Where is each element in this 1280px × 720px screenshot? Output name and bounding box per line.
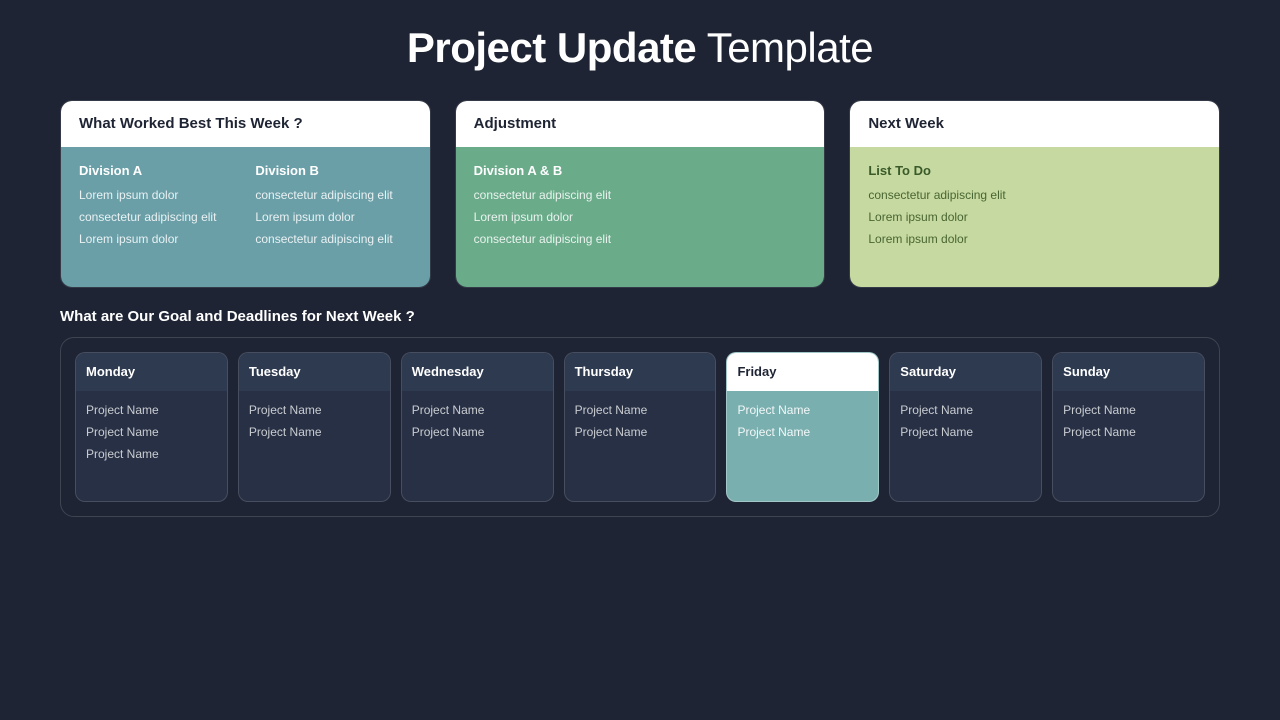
list-todo-title: List To Do bbox=[868, 163, 1201, 178]
division-ab-item-1: Lorem ipsum dolor bbox=[474, 210, 807, 224]
saturday-project-1: Project Name bbox=[900, 425, 1031, 439]
sunday-project-1: Project Name bbox=[1063, 425, 1194, 439]
card-cols-adjustment: Division A & B consectetur adipiscing el… bbox=[474, 163, 807, 254]
monday-project-2: Project Name bbox=[86, 447, 217, 461]
day-card-saturday: Saturday Project Name Project Name bbox=[889, 352, 1042, 502]
friday-project-0: Project Name bbox=[737, 403, 868, 417]
card-what-worked: What Worked Best This Week ? Division A … bbox=[60, 100, 431, 288]
division-b-title: Division B bbox=[255, 163, 411, 178]
sunday-project-0: Project Name bbox=[1063, 403, 1194, 417]
card-body-next-week: List To Do consectetur adipiscing elit L… bbox=[850, 147, 1219, 287]
day-label-wednesday: Wednesday bbox=[412, 364, 484, 379]
card-header-title-adjustment: Adjustment bbox=[474, 115, 557, 132]
division-a-item-1: consectetur adipiscing elit bbox=[79, 210, 235, 224]
day-body-friday: Project Name Project Name bbox=[727, 391, 878, 501]
day-label-saturday: Saturday bbox=[900, 364, 956, 379]
day-label-sunday: Sunday bbox=[1063, 364, 1110, 379]
saturday-project-0: Project Name bbox=[900, 403, 1031, 417]
day-body-monday: Project Name Project Name Project Name bbox=[76, 391, 227, 501]
card-body-what-worked: Division A Lorem ipsum dolor consectetur… bbox=[61, 147, 430, 287]
day-header-monday: Monday bbox=[76, 353, 227, 391]
day-card-monday: Monday Project Name Project Name Project… bbox=[75, 352, 228, 502]
list-todo-item-0: consectetur adipiscing elit bbox=[868, 188, 1201, 202]
day-label-friday: Friday bbox=[737, 364, 776, 379]
day-card-tuesday: Tuesday Project Name Project Name bbox=[238, 352, 391, 502]
day-header-wednesday: Wednesday bbox=[402, 353, 553, 391]
top-cards-section: What Worked Best This Week ? Division A … bbox=[60, 100, 1220, 288]
weekly-grid: Monday Project Name Project Name Project… bbox=[75, 352, 1205, 502]
page-container: Project Update Template What Worked Best… bbox=[0, 0, 1280, 720]
card-cols-next-week: List To Do consectetur adipiscing elit L… bbox=[868, 163, 1201, 254]
card-next-week: Next Week List To Do consectetur adipisc… bbox=[849, 100, 1220, 288]
day-header-sunday: Sunday bbox=[1053, 353, 1204, 391]
card-header-what-worked: What Worked Best This Week ? bbox=[61, 101, 430, 147]
division-a-title: Division A bbox=[79, 163, 235, 178]
division-ab-title: Division A & B bbox=[474, 163, 807, 178]
card-cols-what-worked: Division A Lorem ipsum dolor consectetur… bbox=[79, 163, 412, 254]
division-b-item-1: Lorem ipsum dolor bbox=[255, 210, 411, 224]
day-label-tuesday: Tuesday bbox=[249, 364, 301, 379]
day-label-monday: Monday bbox=[86, 364, 135, 379]
day-body-saturday: Project Name Project Name bbox=[890, 391, 1041, 501]
division-b-item-0: consectetur adipiscing elit bbox=[255, 188, 411, 202]
day-header-friday: Friday bbox=[727, 353, 878, 391]
thursday-project-0: Project Name bbox=[575, 403, 706, 417]
day-body-sunday: Project Name Project Name bbox=[1053, 391, 1204, 501]
day-body-thursday: Project Name Project Name bbox=[565, 391, 716, 501]
card-header-title-what-worked: What Worked Best This Week ? bbox=[79, 115, 303, 132]
card-col-list-todo: List To Do consectetur adipiscing elit L… bbox=[868, 163, 1201, 254]
division-a-item-0: Lorem ipsum dolor bbox=[79, 188, 235, 202]
day-body-tuesday: Project Name Project Name bbox=[239, 391, 390, 501]
division-ab-item-2: consectetur adipiscing elit bbox=[474, 232, 807, 246]
monday-project-1: Project Name bbox=[86, 425, 217, 439]
day-card-sunday: Sunday Project Name Project Name bbox=[1052, 352, 1205, 502]
title-light: Template bbox=[696, 24, 873, 71]
card-body-adjustment: Division A & B consectetur adipiscing el… bbox=[456, 147, 825, 287]
card-col-division-b: Division B consectetur adipiscing elit L… bbox=[255, 163, 411, 254]
division-ab-item-0: consectetur adipiscing elit bbox=[474, 188, 807, 202]
division-b-item-2: consectetur adipiscing elit bbox=[255, 232, 411, 246]
day-header-thursday: Thursday bbox=[565, 353, 716, 391]
day-body-wednesday: Project Name Project Name bbox=[402, 391, 553, 501]
day-label-thursday: Thursday bbox=[575, 364, 634, 379]
wednesday-project-1: Project Name bbox=[412, 425, 543, 439]
wednesday-project-0: Project Name bbox=[412, 403, 543, 417]
day-card-thursday: Thursday Project Name Project Name bbox=[564, 352, 717, 502]
weekly-grid-wrapper: Monday Project Name Project Name Project… bbox=[60, 337, 1220, 517]
day-card-wednesday: Wednesday Project Name Project Name bbox=[401, 352, 554, 502]
tuesday-project-1: Project Name bbox=[249, 425, 380, 439]
page-title: Project Update Template bbox=[60, 24, 1220, 72]
card-col-division-a: Division A Lorem ipsum dolor consectetur… bbox=[79, 163, 235, 254]
friday-project-1: Project Name bbox=[737, 425, 868, 439]
card-adjustment: Adjustment Division A & B consectetur ad… bbox=[455, 100, 826, 288]
card-header-title-next-week: Next Week bbox=[868, 115, 944, 132]
list-todo-item-2: Lorem ipsum dolor bbox=[868, 232, 1201, 246]
thursday-project-1: Project Name bbox=[575, 425, 706, 439]
division-a-item-2: Lorem ipsum dolor bbox=[79, 232, 235, 246]
title-bold: Project Update bbox=[407, 24, 696, 71]
list-todo-item-1: Lorem ipsum dolor bbox=[868, 210, 1201, 224]
card-header-adjustment: Adjustment bbox=[456, 101, 825, 147]
goals-title: What are Our Goal and Deadlines for Next… bbox=[60, 308, 1220, 325]
card-col-division-ab: Division A & B consectetur adipiscing el… bbox=[474, 163, 807, 254]
day-header-tuesday: Tuesday bbox=[239, 353, 390, 391]
goals-section: What are Our Goal and Deadlines for Next… bbox=[60, 308, 1220, 517]
card-header-next-week: Next Week bbox=[850, 101, 1219, 147]
day-header-saturday: Saturday bbox=[890, 353, 1041, 391]
monday-project-0: Project Name bbox=[86, 403, 217, 417]
tuesday-project-0: Project Name bbox=[249, 403, 380, 417]
day-card-friday: Friday Project Name Project Name bbox=[726, 352, 879, 502]
